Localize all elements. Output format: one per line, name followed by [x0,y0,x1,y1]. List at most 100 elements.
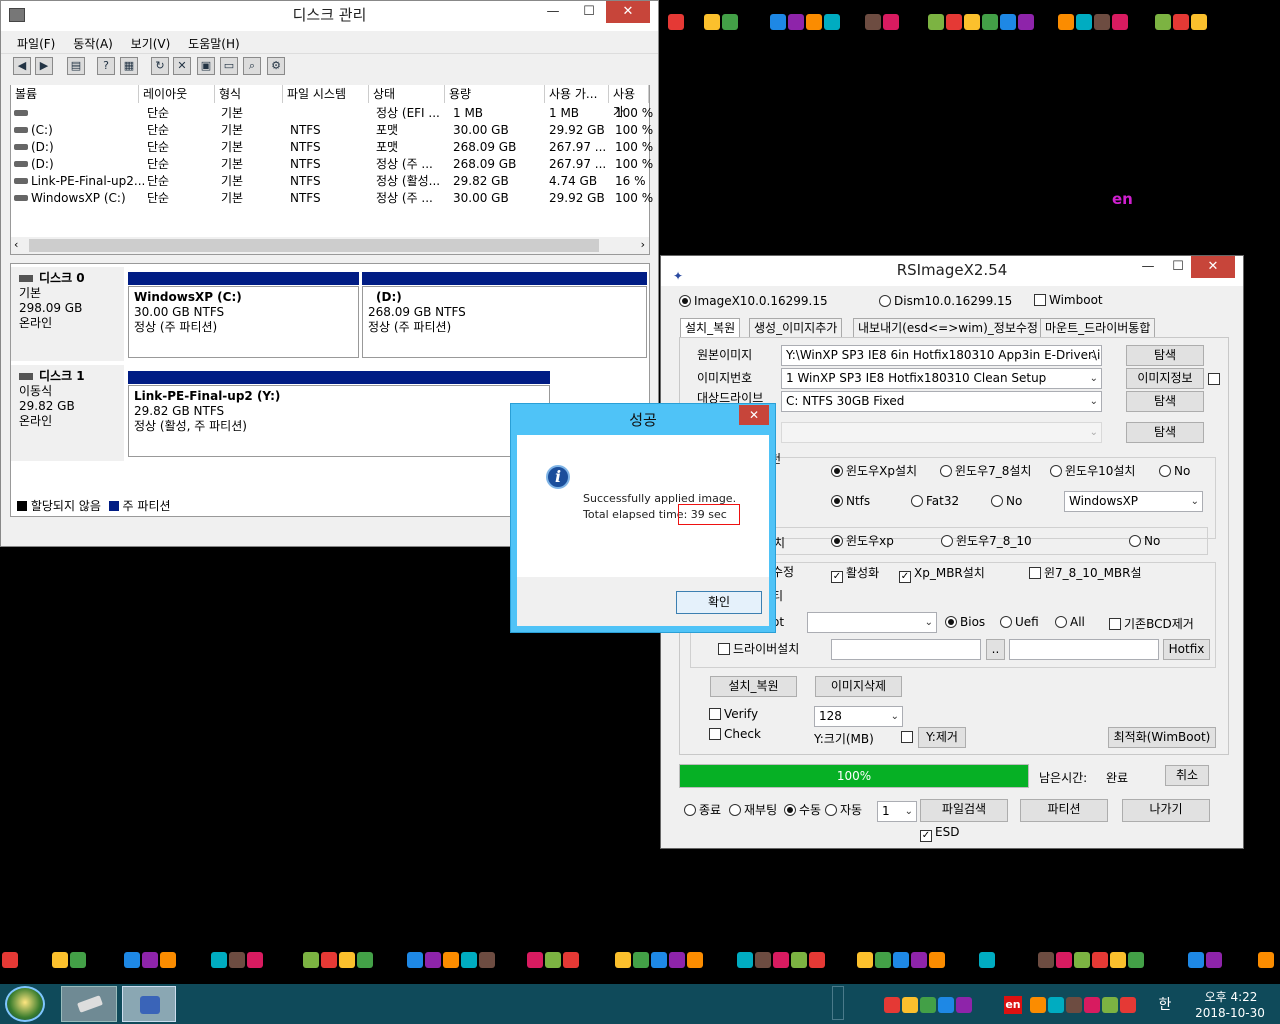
volume-free[interactable]: 267.97 ... [549,139,606,156]
toolbar-icon[interactable] [1092,952,1108,968]
toolbar-icon[interactable] [160,952,176,968]
toolbar-icon[interactable] [461,952,477,968]
tray-icon[interactable] [920,997,936,1013]
tab-install-restore[interactable]: 설치_복원 [680,318,741,338]
volume-status[interactable]: 포맷 [376,139,398,156]
toolbar-icon[interactable] [527,952,543,968]
toolbar-icon[interactable] [773,952,789,968]
checkbox-xp-mbr[interactable]: ✓ Xp_MBR설치 [899,565,985,583]
volume-cap[interactable]: 268.09 GB [453,156,516,173]
radio-reboot[interactable]: 재부팅 [729,802,777,818]
toolbar-icon[interactable] [1188,952,1204,968]
quicklaunch-icon[interactable] [883,14,899,30]
volume-fs[interactable]: NTFS [290,173,321,190]
quicklaunch-icon[interactable] [788,14,804,30]
exit-button[interactable]: 나가기 [1122,799,1210,822]
dm-titlebar[interactable]: 디스크 관리 — ☐ ✕ [1,1,658,31]
console-tree-icon[interactable]: ▤ [67,57,85,75]
image-info-button[interactable]: 이미지정보 [1126,368,1204,389]
radio-os-xp[interactable]: 윈도우Xp설치 [831,463,917,479]
toolbar-icon[interactable] [809,952,825,968]
volume-layout[interactable]: 단순 [147,105,169,122]
close-button[interactable]: ✕ [606,1,650,23]
radio-bios[interactable]: Bios [945,614,985,630]
volume-free[interactable]: 29.92 GB [549,190,605,207]
tray-icon[interactable] [1048,997,1064,1013]
file-search-button[interactable]: 파일검색 [920,799,1008,822]
toolbar-icon[interactable] [669,952,685,968]
menu-action[interactable]: 동작(A) [73,37,113,51]
checkbox-win7-mbr[interactable]: 윈7_8_10_MBR설 [1029,565,1142,581]
clock-date[interactable]: 2018-10-30 [1190,1006,1270,1020]
disk0-partition-c[interactable]: WindowsXP (C:) 30.00 GB NTFS 정상 (주 파티션) [128,286,359,358]
rs-titlebar[interactable]: ✦ RSImageX2.54 — ☐ ✕ [661,256,1243,286]
delete-image-button[interactable]: 이미지삭제 [815,676,902,697]
radio-shutdown[interactable]: 종료 [684,802,721,818]
checkbox-wimboot[interactable]: Wimboot [1034,292,1103,308]
radio-boot-no[interactable]: No [1129,533,1160,549]
driver-browse-button[interactable]: .. [986,639,1005,660]
toolbar-icon[interactable] [893,952,909,968]
toolbar-icon[interactable] [229,952,245,968]
radio-os-10[interactable]: 윈도우10설치 [1050,463,1135,479]
radio-imagex[interactable]: ImageX10.0.16299.15 [679,293,828,309]
y-remove-button[interactable]: Y:제거 [918,727,966,748]
toolbar-icon[interactable] [737,952,753,968]
checkbox-verify[interactable]: Verify [709,706,758,722]
toolbar-icon[interactable] [857,952,873,968]
volume-cap[interactable]: 30.00 GB [453,122,509,139]
toolbar-icon[interactable] [1128,952,1144,968]
menu-help[interactable]: 도움말(H) [188,37,240,51]
quicklaunch-icon[interactable] [1094,14,1110,30]
toolbar-icon[interactable] [1258,952,1274,968]
tray-icon[interactable] [1066,997,1082,1013]
toolbar-icon[interactable] [911,952,927,968]
quicklaunch-icon[interactable] [770,14,786,30]
toolbar-icon[interactable] [651,952,667,968]
radio-os-no[interactable]: No [1159,463,1190,479]
tray-icon[interactable] [956,997,972,1013]
settings-icon[interactable]: ⚙ [267,57,285,75]
tab-export-info[interactable]: 내보내기(esd<=>wim)_정보수정 [853,318,1043,338]
volume-status[interactable]: 정상 (주 ... [376,190,433,207]
toolbar-icon[interactable] [247,952,263,968]
maximize-button[interactable]: ☐ [572,1,606,23]
volume-layout[interactable]: 단순 [147,190,169,207]
boot-combo[interactable]: ⌄ [807,612,937,633]
volume-name[interactable]: (C:) [31,122,53,139]
taskbar-rsimagex-app[interactable] [122,986,176,1022]
tray-icon[interactable] [1084,997,1100,1013]
col-status[interactable]: 상태 [369,85,445,103]
volume-cap[interactable]: 268.09 GB [453,139,516,156]
rs-maximize-button[interactable]: ☐ [1161,256,1195,278]
toolbar-icon[interactable] [2,952,18,968]
toolbar-icon[interactable] [1038,952,1054,968]
menu-file[interactable]: 파일(F) [17,37,55,51]
quicklaunch-icon[interactable] [1000,14,1016,30]
col-free[interactable]: 사용 가... [545,85,609,103]
target-drive-combo[interactable]: C: NTFS 30GB Fixed ⌄ [781,391,1102,412]
volume-type[interactable]: 기본 [221,122,243,139]
volume-name[interactable]: (D:) [31,139,54,156]
y-size-combo[interactable]: 128 ⌄ [814,706,903,727]
minimize-button[interactable]: — [536,1,570,23]
toolbar-icon[interactable] [615,952,631,968]
quicklaunch-icon[interactable] [946,14,962,30]
radio-fs-fat32[interactable]: Fat32 [911,493,959,509]
disk0-partition-d[interactable]: (D:) 268.09 GB NTFS 정상 (주 파티션) [362,286,647,358]
disk1-partition-y[interactable]: Link-PE-Final-up2 (Y:) 29.82 GB NTFS 정상 … [128,385,550,457]
volume-type[interactable]: 기본 [221,190,243,207]
source-image-combo[interactable]: Y:\WinXP SP3 IE8 6in Hotfix180310 App3in… [781,345,1102,366]
ok-button[interactable]: 확인 [676,591,762,614]
toolbar-icon[interactable] [142,952,158,968]
col-volume[interactable]: 볼륨 [11,85,139,103]
hotfix-path-input[interactable] [1009,639,1159,660]
driver-path-input[interactable] [831,639,981,660]
quicklaunch-icon[interactable] [1191,14,1207,30]
tab-mount-driver[interactable]: 마운트_드라이버통합 [1040,318,1156,338]
radio-os-7-8[interactable]: 윈도우7_8설치 [940,463,1031,479]
tray-icon[interactable] [1030,997,1046,1013]
tab-create-append[interactable]: 생성_이미지추가 [749,318,843,338]
toolbar-icon[interactable] [755,952,771,968]
volume-pct[interactable]: 100 % [615,190,653,207]
